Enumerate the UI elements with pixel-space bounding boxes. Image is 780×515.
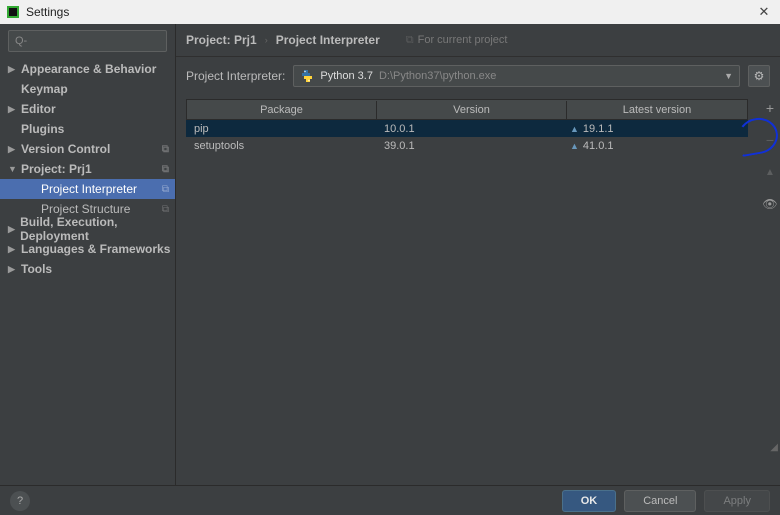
breadcrumb-separator: › [265,35,268,45]
sidebar-item-label: Keymap [21,82,68,96]
header-version[interactable]: Version [377,101,567,119]
sidebar-item-label: Version Control [21,142,110,156]
app-icon [6,5,20,19]
remove-package-button[interactable]: − [761,131,779,149]
sidebar-item-build-execution-deployment[interactable]: ▶Build, Execution, Deployment [0,219,175,239]
package-table-body: pip10.0.1 ▲ 19.1.1 setuptools39.0.1 ▲ 41.0.1 [186,120,748,154]
interpreter-name: Python 3.7 [320,70,373,82]
table-row[interactable]: setuptools39.0.1 ▲ 41.0.1 [186,137,748,154]
upgrade-package-button[interactable]: ▲ [761,163,779,181]
tree-arrow-icon: ▶ [8,264,18,275]
python-icon [300,69,314,83]
sidebar-item-label: Project Structure [41,202,130,216]
content-panel: Project: Prj1 › Project Interpreter ⧉ Fo… [176,24,780,485]
sidebar-item-tools[interactable]: ▶Tools [0,259,175,279]
interpreter-settings-button[interactable]: ⚙ [748,65,770,87]
cell-version: 10.0.1 [376,123,566,135]
copy-icon: ⧉ [162,144,169,155]
cancel-button[interactable]: Cancel [624,490,696,512]
breadcrumb-hint: ⧉ For current project [406,34,508,47]
titlebar: Settings ✕ [0,0,780,24]
sidebar-item-keymap[interactable]: Keymap [0,79,175,99]
header-latest[interactable]: Latest version [567,101,747,119]
tree-arrow-icon: ▶ [8,244,18,255]
sidebar-item-label: Project Interpreter [41,182,137,196]
tree-arrow-icon: ▶ [8,224,17,235]
tree-arrow-icon: ▼ [8,164,18,174]
copy-icon: ⧉ [162,184,169,195]
cell-latest: ▲ 41.0.1 [566,140,748,152]
footer: ? OK Cancel Apply [0,485,780,515]
tree-arrow-icon: ▶ [8,64,18,75]
sidebar-item-label: Project: Prj1 [21,162,92,176]
package-table-header: Package Version Latest version [186,99,748,120]
interpreter-select[interactable]: Python 3.7 D:\Python37\python.exe ▼ [293,65,740,87]
package-table: Package Version Latest version pip10.0.1… [186,99,748,154]
sidebar-item-label: Tools [21,262,52,276]
show-early-releases-button[interactable]: 👁 [761,195,779,213]
settings-tree: ▶Appearance & BehaviorKeymap▶EditorPlugi… [0,57,175,485]
interpreter-label: Project Interpreter: [186,69,285,83]
sidebar-item-label: Languages & Frameworks [21,242,170,256]
ok-button[interactable]: OK [562,490,617,512]
window-title: Settings [26,5,754,19]
tree-arrow-icon: ▶ [8,144,18,155]
sidebar-item-project-interpreter[interactable]: Project Interpreter ⧉ [0,179,175,199]
latest-value: 41.0.1 [583,140,614,152]
copy-icon: ⧉ [406,34,414,47]
interpreter-row: Project Interpreter: Python 3.7 D:\Pytho… [176,57,780,93]
breadcrumb-page: Project Interpreter [276,33,380,47]
chevron-down-icon: ▼ [724,71,733,81]
cell-package: setuptools [186,140,376,152]
gear-icon: ⚙ [754,69,765,83]
add-package-button[interactable]: + [761,99,779,117]
table-row[interactable]: pip10.0.1 ▲ 19.1.1 [186,120,748,137]
sidebar-item-label: Plugins [21,122,64,136]
breadcrumb: Project: Prj1 › Project Interpreter ⧉ Fo… [176,24,780,57]
search-wrap [0,24,175,57]
cell-version: 39.0.1 [376,140,566,152]
latest-value: 19.1.1 [583,123,614,135]
hint-text: For current project [418,34,508,46]
sidebar-item-project-prj1[interactable]: ▼Project: Prj1 ⧉ [0,159,175,179]
upgrade-available-icon: ▲ [570,124,579,134]
interpreter-path: D:\Python37\python.exe [379,70,496,82]
close-icon[interactable]: ✕ [754,4,774,20]
sidebar-item-editor[interactable]: ▶Editor [0,99,175,119]
sidebar-item-plugins[interactable]: Plugins [0,119,175,139]
cell-latest: ▲ 19.1.1 [566,123,748,135]
sidebar: ▶Appearance & BehaviorKeymap▶EditorPlugi… [0,24,176,485]
package-side-buttons: + − ▲ 👁 [760,99,780,213]
sidebar-item-appearance-behavior[interactable]: ▶Appearance & Behavior [0,59,175,79]
main-area: ▶Appearance & BehaviorKeymap▶EditorPlugi… [0,24,780,485]
tree-arrow-icon: ▶ [8,104,18,115]
upgrade-available-icon: ▲ [570,141,579,151]
sidebar-item-languages-frameworks[interactable]: ▶Languages & Frameworks [0,239,175,259]
copy-icon: ⧉ [162,164,169,175]
apply-button[interactable]: Apply [704,490,770,512]
sidebar-item-version-control[interactable]: ▶Version Control ⧉ [0,139,175,159]
package-area: Package Version Latest version pip10.0.1… [176,93,780,485]
header-package[interactable]: Package [187,101,377,119]
search-input[interactable] [8,30,167,52]
help-button[interactable]: ? [10,491,30,511]
sidebar-item-label: Editor [21,102,56,116]
copy-icon: ⧉ [162,204,169,215]
sidebar-item-label: Build, Execution, Deployment [20,215,175,243]
resize-grip-icon: ◢ [770,442,778,453]
cell-package: pip [186,123,376,135]
breadcrumb-project: Project: Prj1 [186,33,257,47]
sidebar-item-label: Appearance & Behavior [21,62,156,76]
